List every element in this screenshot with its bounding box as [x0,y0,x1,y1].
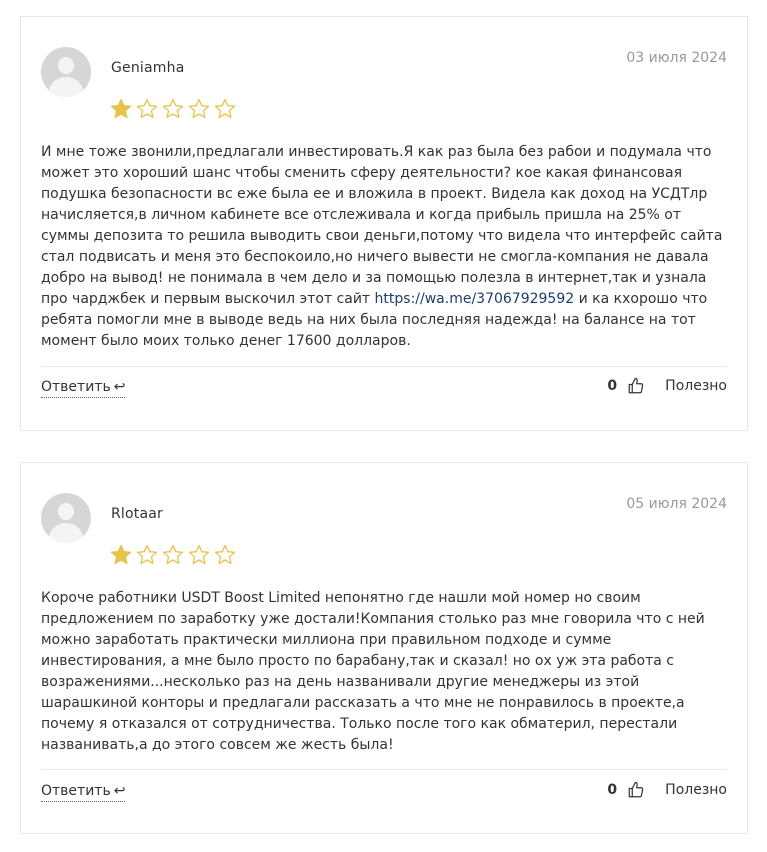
star-icon [136,98,158,119]
star-icon [110,98,132,119]
review-link[interactable]: https://wa.me/37067929592 [375,291,575,307]
divider [41,366,727,367]
review-text: И мне тоже звонили,предлагали инвестиров… [41,142,727,352]
thumbs-up-icon[interactable] [627,781,645,799]
vote-count: 0 [607,782,618,798]
avatar-body [49,523,83,543]
vote-block: 0 Полезно [607,377,727,395]
rating-stars [109,97,237,121]
vote-block: 0 Полезно [607,781,727,799]
reply-label: Ответить [41,379,111,395]
avatar-head [58,503,74,520]
star-icon [188,98,210,119]
reply-button[interactable]: Ответить ↩ [41,783,126,802]
review-text-part: И мне тоже звонили,предлагали инвестиров… [41,144,723,307]
reply-button[interactable]: Ответить ↩ [41,379,126,398]
avatar-body [49,77,83,97]
review-author: Rlotaar [111,506,163,522]
rating-stars [109,543,237,567]
star-icon [136,544,158,565]
star-icon [162,544,184,565]
useful-button[interactable]: Полезно [665,782,727,798]
avatar [41,493,91,543]
review-date: 03 июля 2024 [626,50,727,66]
vote-count: 0 [607,378,618,394]
useful-button[interactable]: Полезно [665,378,727,394]
star-icon [214,544,236,565]
review-date: 05 июля 2024 [626,496,727,512]
review-card: Geniamha 03 июля 2024 И мне тоже звонили… [20,16,748,431]
star-icon [162,98,184,119]
reply-arrow-icon: ↩ [113,783,126,799]
divider [41,769,727,770]
review-author: Geniamha [111,60,185,76]
avatar [41,47,91,97]
reply-arrow-icon: ↩ [113,379,126,395]
thumbs-up-icon[interactable] [627,377,645,395]
review-card: Rlotaar 05 июля 2024 Короче работники US… [20,462,748,834]
star-icon [110,544,132,565]
review-text: Короче работники USDT Boost Limited непо… [41,590,705,753]
star-icon [188,544,210,565]
star-icon [214,98,236,119]
avatar-head [58,57,74,74]
reply-label: Ответить [41,783,111,799]
